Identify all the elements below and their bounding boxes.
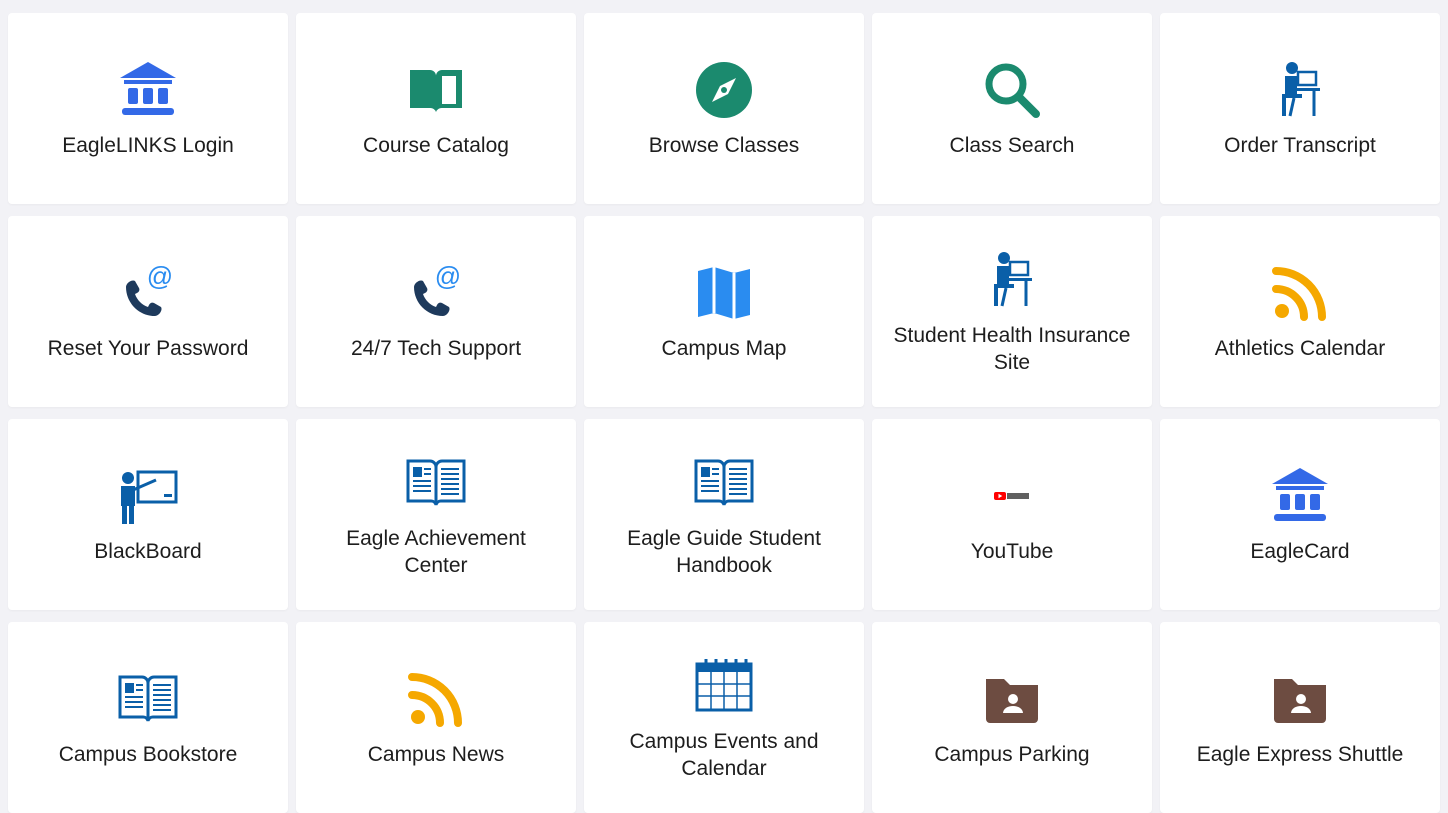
- tile-label: Student Health Insurance Site: [893, 323, 1131, 374]
- tile-campus-parking[interactable]: Campus Parking: [872, 622, 1152, 813]
- tile-label: 24/7 Tech Support: [350, 337, 522, 360]
- tile-eagle-guide-handbook[interactable]: Eagle Guide Student Handbook: [584, 419, 864, 610]
- rss-icon: [404, 667, 468, 731]
- tile-label: Campus Bookstore: [58, 743, 238, 766]
- svg-text:@: @: [147, 261, 173, 291]
- teacher-board-icon: [116, 464, 180, 528]
- rss-icon: [1268, 261, 1332, 325]
- open-book-icon: [692, 451, 756, 515]
- tile-label: Eagle Express Shuttle: [1196, 743, 1404, 766]
- tile-browse-classes[interactable]: Browse Classes: [584, 13, 864, 204]
- tile-blackboard[interactable]: BlackBoard: [8, 419, 288, 610]
- tile-course-catalog[interactable]: Course Catalog: [296, 13, 576, 204]
- map-icon: [692, 261, 756, 325]
- tile-label: YouTube: [970, 540, 1054, 563]
- tile-label: Class Search: [949, 134, 1075, 157]
- tile-label: EagleCard: [1250, 540, 1350, 563]
- svg-text:@: @: [435, 261, 461, 291]
- tile-label: Campus Map: [661, 337, 787, 360]
- tile-eagle-achievement-center[interactable]: Eagle Achievement Center: [296, 419, 576, 610]
- book-open-icon: [404, 58, 468, 122]
- tile-label: Reset Your Password: [47, 337, 249, 360]
- tile-campus-bookstore[interactable]: Campus Bookstore: [8, 622, 288, 813]
- quick-links-grid: EagleLINKS Login Course Catalog Browse C…: [8, 13, 1441, 813]
- bank-icon: [116, 58, 180, 122]
- youtube-logo-icon: [980, 464, 1044, 528]
- tile-label: Eagle Achievement Center: [346, 526, 526, 577]
- search-icon: [980, 58, 1044, 122]
- phone-at-icon: @: [404, 261, 468, 325]
- tile-student-health-insurance[interactable]: Student Health Insurance Site: [872, 216, 1152, 407]
- person-at-desk-icon: [1268, 58, 1332, 122]
- tile-campus-map[interactable]: Campus Map: [584, 216, 864, 407]
- folder-person-icon: [1268, 667, 1332, 731]
- tile-youtube[interactable]: YouTube: [872, 419, 1152, 610]
- compass-icon: [692, 58, 756, 122]
- tile-tech-support[interactable]: @ 24/7 Tech Support: [296, 216, 576, 407]
- tile-campus-events-calendar[interactable]: Campus Events and Calendar: [584, 622, 864, 813]
- folder-person-icon: [980, 667, 1044, 731]
- tile-label: BlackBoard: [94, 540, 202, 563]
- tile-reset-password[interactable]: @ Reset Your Password: [8, 216, 288, 407]
- tile-label: Campus News: [367, 743, 505, 766]
- tile-class-search[interactable]: Class Search: [872, 13, 1152, 204]
- open-book-icon: [116, 667, 180, 731]
- calendar-icon: [692, 654, 756, 718]
- tile-order-transcript[interactable]: Order Transcript: [1160, 13, 1440, 204]
- tile-label: Order Transcript: [1224, 134, 1376, 157]
- open-book-icon: [404, 451, 468, 515]
- tile-label: Campus Parking: [934, 743, 1090, 766]
- tile-eagle-express-shuttle[interactable]: Eagle Express Shuttle: [1160, 622, 1440, 813]
- tile-label: Eagle Guide Student Handbook: [627, 526, 821, 577]
- tile-label: Campus Events and Calendar: [629, 729, 819, 780]
- tile-label: EagleLINKS Login: [62, 134, 234, 157]
- tile-eaglelinks-login[interactable]: EagleLINKS Login: [8, 13, 288, 204]
- tile-athletics-calendar[interactable]: Athletics Calendar: [1160, 216, 1440, 407]
- tile-label: Browse Classes: [648, 134, 800, 157]
- tile-eaglecard[interactable]: EagleCard: [1160, 419, 1440, 610]
- tile-campus-news[interactable]: Campus News: [296, 622, 576, 813]
- tile-label: Athletics Calendar: [1214, 337, 1386, 360]
- bank-icon: [1268, 464, 1332, 528]
- phone-at-icon: @: [116, 261, 180, 325]
- person-at-desk-icon: [980, 248, 1044, 312]
- tile-label: Course Catalog: [363, 134, 509, 157]
